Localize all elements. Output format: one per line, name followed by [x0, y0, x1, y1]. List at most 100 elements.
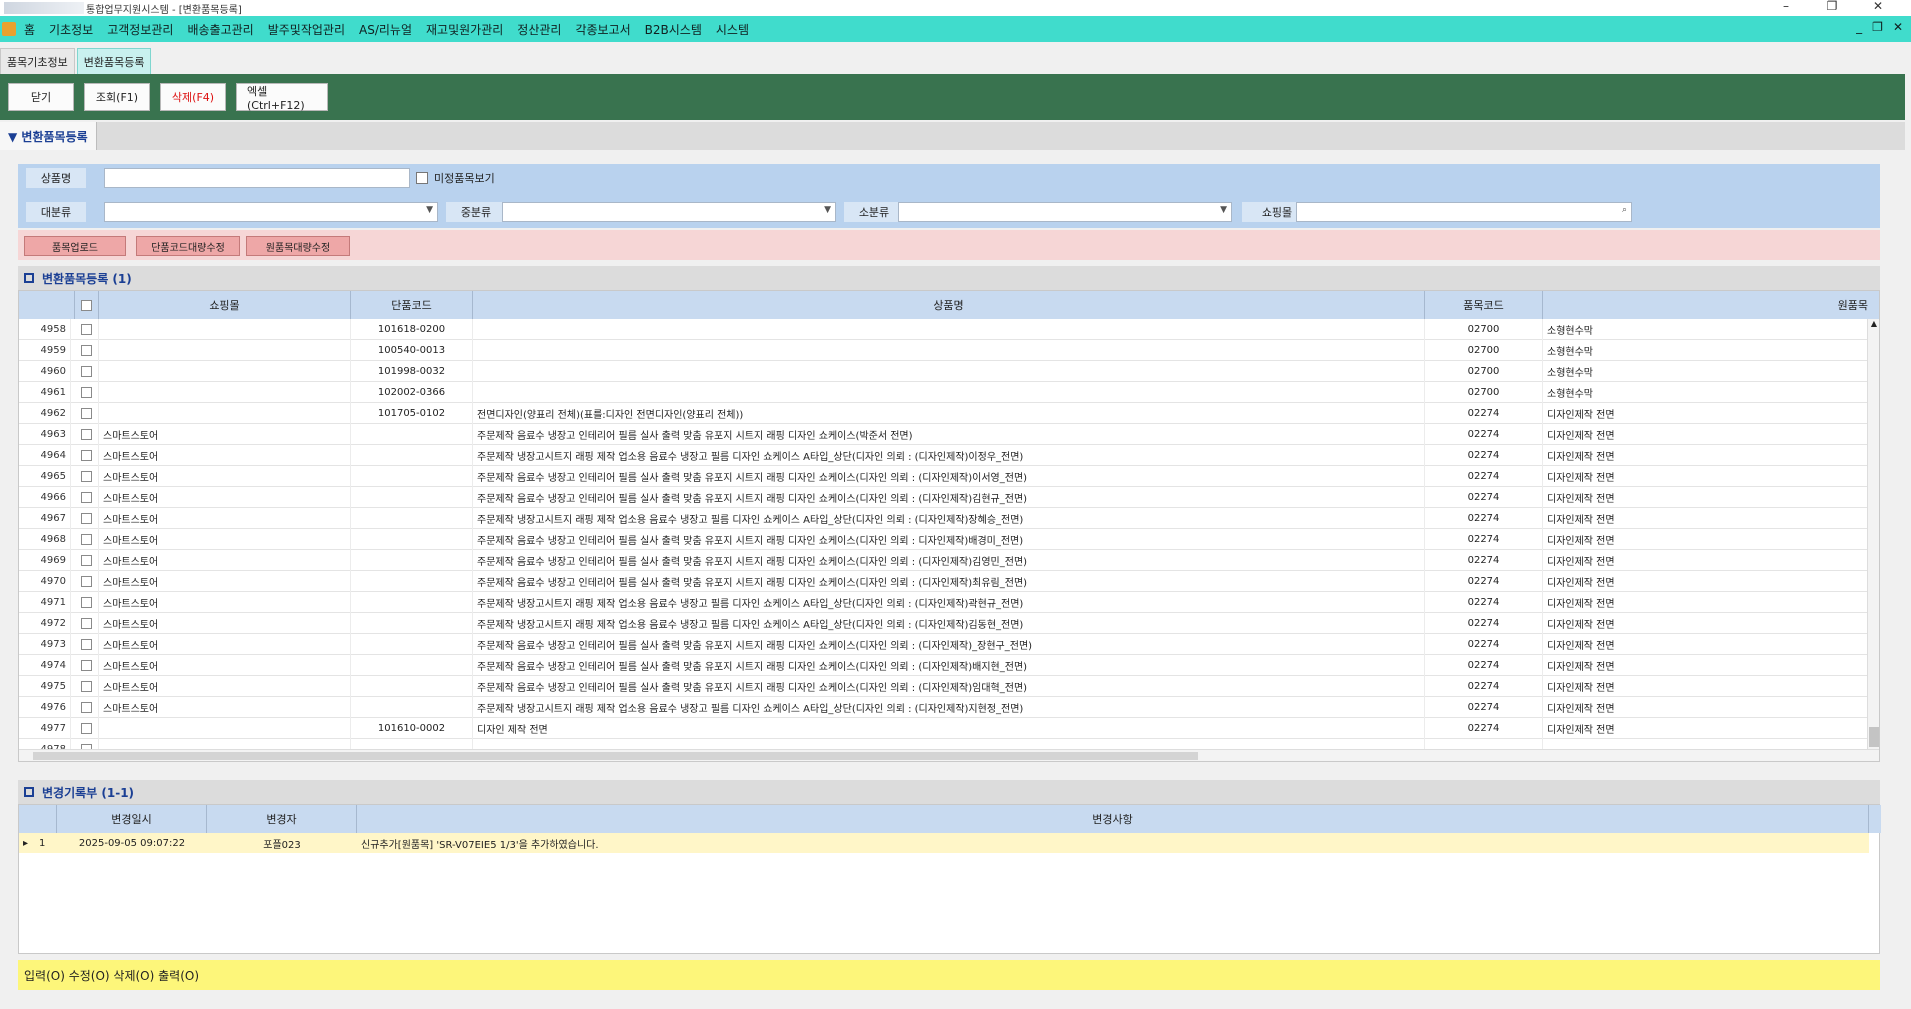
menu-b2b[interactable]: B2B시스템 — [645, 21, 716, 38]
table-row[interactable]: 4963 스마트스토어 주문제작 음료수 냉장고 인테리어 필름 실사 출력 맞춤 … — [19, 424, 1869, 445]
table-row[interactable]: 4962 101705-0102 전면디자인(양표리 전체)(표를:디자인 전면디자… — [19, 403, 1869, 424]
row-checkbox[interactable] — [81, 471, 92, 482]
cell-mall — [103, 361, 351, 382]
cell-single-code — [351, 550, 473, 571]
row-checkbox[interactable] — [81, 618, 92, 629]
large-category-select[interactable]: ▼ — [104, 202, 438, 222]
table-row[interactable]: 4973 스마트스토어 주문제작 음료수 냉장고 인테리어 필름 실사 출력 맞춤 … — [19, 634, 1869, 655]
header-original-item[interactable]: 원품목 — [1543, 291, 1879, 319]
close-window-button[interactable]: ✕ — [1855, 0, 1901, 16]
app-menu-icon[interactable] — [2, 22, 16, 36]
product-name-input[interactable] — [104, 168, 410, 188]
menu-basic-info[interactable]: 기초정보 — [49, 21, 107, 38]
row-checkbox[interactable] — [81, 408, 92, 419]
table-row[interactable]: 4972 스마트스토어 주문제작 냉장고시트지 래핑 제작 업소용 음료수 냉장고 … — [19, 613, 1869, 634]
table-row[interactable]: 4977 101610-0002 디자인 제작 전면 02274 디자인제작 전면 — [19, 718, 1869, 739]
log-header-datetime[interactable]: 변경일시 — [57, 805, 207, 833]
menu-home[interactable]: 홈 — [24, 21, 49, 38]
table-row[interactable]: 4967 스마트스토어 주문제작 냉장고시트지 래핑 제작 업소용 음료수 냉장고 … — [19, 508, 1869, 529]
row-checkbox[interactable] — [81, 387, 92, 398]
mid-category-select[interactable]: ▼ — [502, 202, 836, 222]
cell-item-code: 02274 — [1425, 487, 1543, 508]
header-mall[interactable]: 쇼핑몰 — [99, 291, 351, 319]
menu-inventory[interactable]: 재고및원가관리 — [426, 21, 517, 38]
minimize-button[interactable]: – — [1763, 0, 1809, 16]
row-checkbox[interactable] — [81, 324, 92, 335]
table-row[interactable]: 4969 스마트스토어 주문제작 음료수 냉장고 인테리어 필름 실사 출력 맞춤 … — [19, 550, 1869, 571]
tab-converted-items[interactable]: 변환품목등록 — [76, 48, 152, 74]
upload-button[interactable]: 품목업로드 — [24, 236, 126, 256]
log-header-user[interactable]: 변경자 — [207, 805, 357, 833]
row-checkbox[interactable] — [81, 723, 92, 734]
section-title[interactable]: ▼ 변환품목등록 — [0, 122, 97, 150]
table-row[interactable]: 4964 스마트스토어 주문제작 냉장고시트지 래핑 제작 업소용 음료수 냉장고 … — [19, 445, 1869, 466]
log-header-change[interactable]: 변경사항 — [357, 805, 1869, 833]
row-checkbox[interactable] — [81, 513, 92, 524]
cell-single-code — [351, 655, 473, 676]
cell-item-code: 02274 — [1425, 676, 1543, 697]
bulk-original-edit-button[interactable]: 원품목대량수정 — [246, 236, 350, 256]
row-checkbox[interactable] — [81, 534, 92, 545]
row-checkbox[interactable] — [81, 492, 92, 503]
table-row[interactable]: 4974 스마트스토어 주문제작 음료수 냉장고 인테리어 필름 실사 출력 맞춤 … — [19, 655, 1869, 676]
row-checkbox[interactable] — [81, 597, 92, 608]
table-row[interactable]: 4968 스마트스토어 주문제작 음료수 냉장고 인테리어 필름 실사 출력 맞춤 … — [19, 529, 1869, 550]
menu-shipping[interactable]: 배송출고관리 — [187, 21, 267, 38]
row-checkbox-cell — [75, 403, 99, 424]
row-checkbox[interactable] — [81, 429, 92, 440]
table-row[interactable]: 4975 스마트스토어 주문제작 음료수 냉장고 인테리어 필름 실사 출력 맞춤 … — [19, 676, 1869, 697]
table-row[interactable]: 4971 스마트스토어 주문제작 냉장고시트지 래핑 제작 업소용 음료수 냉장고 … — [19, 592, 1869, 613]
row-checkbox[interactable] — [81, 555, 92, 566]
row-checkbox[interactable] — [81, 681, 92, 692]
header-item-code[interactable]: 품목코드 — [1425, 291, 1543, 319]
table-row[interactable]: 4976 스마트스토어 주문제작 냉장고시트지 래핑 제작 업소용 음료수 냉장고 … — [19, 697, 1869, 718]
table-row[interactable]: 4970 스마트스토어 주문제작 음료수 냉장고 인테리어 필름 실사 출력 맞춤 … — [19, 571, 1869, 592]
excel-button[interactable]: 엑셀(Ctrl+F12) — [236, 83, 328, 112]
log-row[interactable]: ▸ 1 2025-09-05 09:07:22 포플023 신규추가[원품목] … — [19, 833, 1869, 853]
row-checkbox[interactable] — [81, 660, 92, 671]
unregistered-checkbox[interactable] — [416, 172, 428, 184]
table-row[interactable]: 4958 101618-0200 02700 소형현수막 — [19, 319, 1869, 340]
header-product-name[interactable]: 상품명 — [473, 291, 1425, 319]
search-icon[interactable]: ⌕ — [1622, 205, 1627, 215]
header-single-code[interactable]: 단품코드 — [351, 291, 473, 319]
table-row[interactable]: 4959 100540-0013 02700 소형현수막 — [19, 340, 1869, 361]
collapse-icon[interactable] — [24, 273, 34, 283]
table-row[interactable]: 4961 102002-0366 02700 소형현수막 — [19, 382, 1869, 403]
small-category-select[interactable]: ▼ — [898, 202, 1232, 222]
table-row[interactable]: 4960 101998-0032 02700 소형현수막 — [19, 361, 1869, 382]
tab-item-basic-info[interactable]: 품목기초정보 — [0, 48, 75, 74]
mdi-restore-button[interactable]: ❐ — [1872, 20, 1883, 34]
row-checkbox[interactable] — [81, 639, 92, 650]
menu-reports[interactable]: 각종보고서 — [575, 21, 644, 38]
row-checkbox[interactable] — [81, 576, 92, 587]
mall-search-input[interactable]: ⌕ — [1296, 202, 1632, 222]
row-checkbox[interactable] — [81, 345, 92, 356]
select-all-checkbox[interactable] — [81, 299, 92, 311]
menu-customer[interactable]: 고객정보관리 — [107, 21, 187, 38]
maximize-button[interactable]: ❐ — [1809, 0, 1855, 16]
horizontal-scrollbar[interactable] — [19, 749, 1879, 761]
vertical-scrollbar[interactable]: ▲ — [1867, 319, 1879, 751]
row-checkbox[interactable] — [81, 366, 92, 377]
scroll-thumb[interactable] — [1869, 727, 1879, 747]
search-button[interactable]: 조회(F1) — [84, 83, 150, 111]
cell-mall: 스마트스토어 — [103, 424, 351, 445]
row-checkbox[interactable] — [81, 702, 92, 713]
menu-orders[interactable]: 발주및작업관리 — [268, 21, 359, 38]
close-button[interactable]: 닫기 — [8, 83, 74, 111]
menu-as-renewal[interactable]: AS/리뉴얼 — [359, 21, 426, 38]
scroll-up-icon[interactable]: ▲ — [1868, 319, 1879, 333]
bulk-code-edit-button[interactable]: 단품코드대량수정 — [136, 236, 240, 256]
mdi-close-button[interactable]: ✕ — [1893, 20, 1903, 34]
table-row[interactable]: 4966 스마트스토어 주문제작 음료수 냉장고 인테리어 필름 실사 출력 맞춤 … — [19, 487, 1869, 508]
cell-original-item: 디자인제작 전면 — [1547, 613, 1869, 634]
mdi-minimize-button[interactable]: _ — [1856, 20, 1862, 34]
scroll-thumb[interactable] — [33, 752, 1198, 760]
delete-button[interactable]: 삭제(F4) — [160, 83, 226, 111]
menu-system[interactable]: 시스템 — [716, 21, 763, 38]
row-checkbox[interactable] — [81, 450, 92, 461]
collapse-icon[interactable] — [24, 787, 34, 797]
table-row[interactable]: 4965 스마트스토어 주문제작 음료수 냉장고 인테리어 필름 실사 출력 맞춤 … — [19, 466, 1869, 487]
menu-settlement[interactable]: 정산관리 — [517, 21, 575, 38]
